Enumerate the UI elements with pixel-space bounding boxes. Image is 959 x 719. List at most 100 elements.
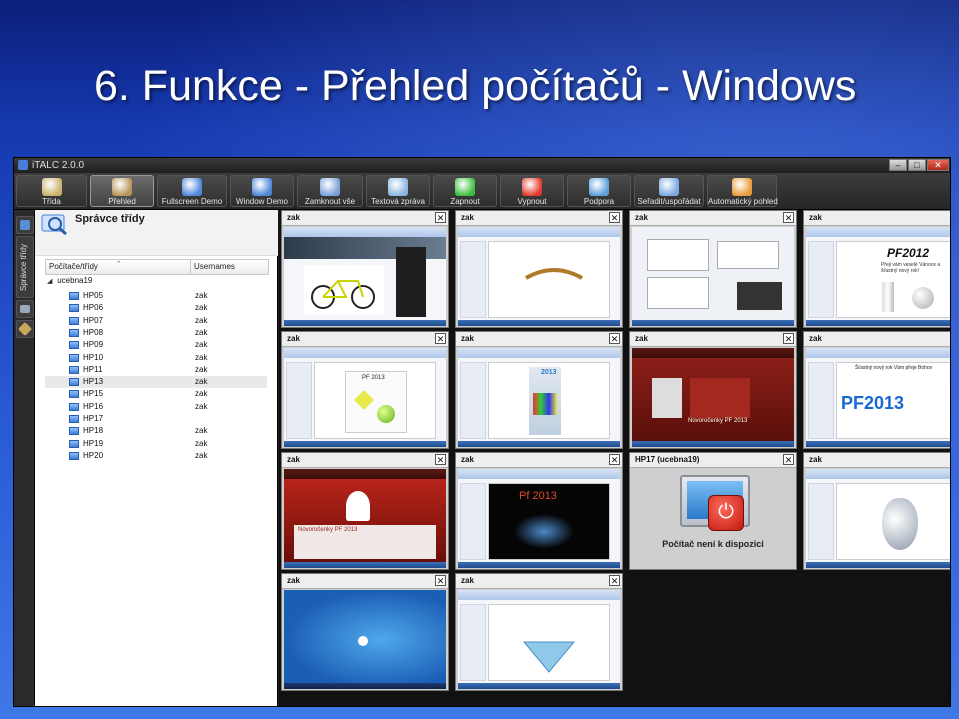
computer-user: zak xyxy=(195,327,208,337)
toolbar-button-2[interactable]: Fullscreen Demo xyxy=(157,175,227,207)
tile-user-label: zak xyxy=(287,455,300,464)
toolbar-button-7[interactable]: Vypnout xyxy=(500,175,564,207)
computer-tile[interactable]: zak ✕ xyxy=(455,210,623,328)
tile-close-icon[interactable]: ✕ xyxy=(435,333,446,344)
computer-tile[interactable]: zak ✕ Pf 2013 xyxy=(455,452,623,570)
sidebar-tab-manager[interactable]: Správce třídy xyxy=(16,236,34,298)
tree-row[interactable]: HP10 zak xyxy=(45,352,267,364)
maximize-button[interactable]: □ xyxy=(908,159,926,171)
tile-user-label: zak xyxy=(635,213,648,222)
computer-icon xyxy=(69,304,79,313)
computer-tile[interactable]: zak✕ Šťastný nový rok Vám přeje Bohox PF20… xyxy=(803,331,950,449)
computer-tile[interactable]: zak ✕ Novoročenky PF 2013 xyxy=(281,452,449,570)
minimize-button[interactable]: – xyxy=(889,159,907,171)
computer-tile[interactable]: zak✕ xyxy=(803,452,950,570)
tree-row[interactable]: HP13 zak xyxy=(45,376,267,389)
magnifier-icon xyxy=(41,214,67,236)
tree-row[interactable]: HP09 zak xyxy=(45,339,267,351)
computer-tile[interactable]: zak✕ xyxy=(281,573,449,691)
tile-close-icon[interactable]: ✕ xyxy=(783,333,794,344)
computer-tile[interactable]: zak✕ xyxy=(281,210,449,328)
tree-row[interactable]: HP17 xyxy=(45,413,267,425)
sidebar-tab-snapshots[interactable] xyxy=(16,300,34,318)
sidebar-tab-classroom[interactable] xyxy=(16,216,34,234)
computer-tile[interactable]: zak ✕ PF 2013 xyxy=(281,331,449,449)
tile-close-icon[interactable]: ✕ xyxy=(609,454,620,465)
column-separator[interactable] xyxy=(190,260,191,274)
computer-tile-unavailable[interactable]: HP17 (ucebna19) ✕ ⏻ Počítač není k dispozic… xyxy=(629,452,797,570)
sidebar-tab-settings[interactable] xyxy=(16,320,34,338)
tile-close-icon[interactable]: ✕ xyxy=(435,575,446,586)
tile-header: zak ✕ xyxy=(630,211,796,226)
tile-close-icon[interactable]: ✕ xyxy=(783,212,794,223)
tile-close-icon[interactable]: ✕ xyxy=(609,333,620,344)
toolbar-button-4[interactable]: Zamknout vše xyxy=(297,175,363,207)
classroom-icon xyxy=(20,220,30,230)
tile-user-label: HP17 (ucebna19) xyxy=(635,455,700,464)
tree-row[interactable]: HP19 zak xyxy=(45,438,267,450)
tile-close-icon[interactable]: ✕ xyxy=(435,454,446,465)
tile-close-icon[interactable]: ✕ xyxy=(435,212,446,223)
toolbar-icon xyxy=(522,178,542,196)
tree-row[interactable]: HP05 zak xyxy=(45,290,267,302)
window-titlebar[interactable]: iTALC 2.0.0 – □ ✕ xyxy=(14,158,950,173)
toolbar-button-9[interactable]: Seřadit/uspořádat xyxy=(634,175,704,207)
column-header-computers[interactable]: Počítače/třídy xyxy=(49,262,98,271)
tile-close-icon[interactable]: ✕ xyxy=(609,212,620,223)
close-button[interactable]: ✕ xyxy=(927,159,949,171)
tile-user-label: zak xyxy=(461,213,474,222)
remote-screen-thumbnail: PF2012 Přeji vám veselé Vánoce a šťastný … xyxy=(806,227,950,326)
toolbar-icon xyxy=(732,178,752,196)
remote-screen-thumbnail: PF 2013 xyxy=(284,348,446,447)
computer-tile[interactable]: zak ✕ Novoročenky PF 2013 xyxy=(629,331,797,449)
computer-user: zak xyxy=(195,352,208,362)
tree-group-classroom[interactable]: ◢ ucebna19 xyxy=(47,276,92,288)
tile-header: zak✕ xyxy=(282,332,448,347)
computer-tile[interactable]: zak ✕ 2013 xyxy=(455,331,623,449)
expand-arrow-icon[interactable]: ◢ xyxy=(47,277,55,285)
tree-row[interactable]: HP08 zak xyxy=(45,327,267,339)
toolbar-button-5[interactable]: Textová zpráva xyxy=(366,175,430,207)
remote-screen-thumbnail: Novoročenky PF 2013 xyxy=(284,469,446,568)
tree-row[interactable]: HP20 zak xyxy=(45,450,267,462)
computer-user: zak xyxy=(195,401,208,411)
toolbar-button-3[interactable]: Window Demo xyxy=(230,175,294,207)
column-header-usernames[interactable]: Usernames xyxy=(194,262,235,271)
computer-tile[interactable]: zak ✕ xyxy=(629,210,797,328)
tree-row[interactable]: HP07 zak xyxy=(45,315,267,327)
computer-icon xyxy=(69,353,79,362)
pf2012-text: PF2012 xyxy=(887,246,930,260)
tile-close-icon[interactable]: ✕ xyxy=(609,575,620,586)
computer-user: zak xyxy=(195,377,208,387)
toolbar-button-8[interactable]: Podpora xyxy=(567,175,631,207)
tree-row[interactable]: HP18 zak xyxy=(45,425,267,437)
tile-header: zak✕ xyxy=(804,453,950,468)
dark-pf-text: Pf 2013 xyxy=(519,490,557,502)
computer-user: zak xyxy=(195,315,208,325)
toolbar-button-6[interactable]: Zapnout xyxy=(433,175,497,207)
toolbar-button-0[interactable]: Třída xyxy=(16,175,87,207)
computer-name: HP05 xyxy=(83,291,104,300)
tree-row[interactable]: HP06 zak xyxy=(45,302,267,314)
tile-close-icon[interactable]: ✕ xyxy=(783,454,794,465)
remote-screen-thumbnail xyxy=(458,590,620,689)
tree-row[interactable]: HP15 zak xyxy=(45,388,267,400)
remote-screen-thumbnail xyxy=(806,469,950,568)
toolbar-button-label: Automatický pohled xyxy=(708,197,778,206)
computer-name: HP06 xyxy=(83,303,104,313)
computer-tile[interactable]: zak✕ PF2012 Přeji vám veselé Vánoce a šťas… xyxy=(803,210,950,328)
toolbar-button-label: Třída xyxy=(42,197,61,206)
tree-row[interactable]: HP16 zak xyxy=(45,401,267,413)
computer-icon xyxy=(69,378,79,387)
toolbar-button-1[interactable]: Přehled xyxy=(90,175,154,207)
toolbar-button-10[interactable]: Automatický pohled xyxy=(707,175,778,207)
tile-header: zak ✕ xyxy=(282,453,448,468)
toolbar-icon xyxy=(455,178,475,196)
computer-tile[interactable]: zak✕ xyxy=(455,573,623,691)
group-label: ucebna19 xyxy=(57,276,93,285)
remote-screen-thumbnail: Novoročenky PF 2013 xyxy=(632,348,794,447)
unavailable-text: Počítač není k dispozici xyxy=(662,539,764,549)
computer-icon xyxy=(69,316,79,325)
tree-row[interactable]: HP11 zak xyxy=(45,364,267,376)
computer-user: zak xyxy=(195,389,208,399)
